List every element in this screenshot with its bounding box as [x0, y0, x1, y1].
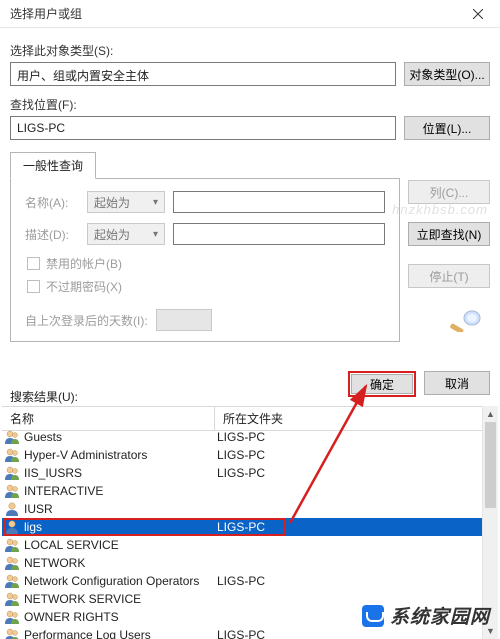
object-type-field[interactable]: 用户、组或内置安全主体 [10, 62, 396, 86]
row-name: ligs [22, 520, 215, 534]
row-name: OWNER RIGHTS [22, 610, 215, 624]
stop-button[interactable]: 停止(T) [408, 264, 490, 288]
cancel-button[interactable]: 取消 [424, 371, 490, 395]
no-expire-pwd-checkbox[interactable]: 不过期密码(X) [27, 278, 385, 295]
desc-input[interactable] [173, 223, 385, 245]
scroll-up-icon: ▲ [486, 406, 495, 422]
row-name: INTERACTIVE [22, 484, 215, 498]
table-row[interactable]: NETWORK SERVICE [2, 590, 482, 608]
find-now-button[interactable]: 立即查找(N) [408, 222, 490, 246]
name-mode-value: 起始为 [94, 194, 130, 211]
table-row[interactable]: ligsLIGS-PC [2, 518, 482, 536]
row-name: IUSR [22, 502, 215, 516]
desc-mode-combo[interactable]: 起始为 ▾ [87, 223, 165, 245]
locations-button[interactable]: 位置(L)... [404, 116, 490, 140]
scroll-thumb[interactable] [485, 422, 496, 508]
group-icon [2, 429, 22, 445]
name-field-label: 名称(A): [25, 194, 79, 211]
no-expire-pwd-label: 不过期密码(X) [46, 278, 122, 295]
annotation-highlight: 确定 [348, 371, 416, 397]
group-icon [2, 555, 22, 571]
table-row[interactable]: INTERACTIVE [2, 482, 482, 500]
location-label: 查找位置(F): [10, 96, 490, 113]
checkbox-icon [27, 257, 40, 270]
chevron-down-icon: ▾ [153, 197, 158, 208]
group-icon [2, 447, 22, 463]
disabled-accounts-checkbox[interactable]: 禁用的帐户(B) [27, 255, 385, 272]
group-icon [2, 465, 22, 481]
row-folder: LIGS-PC [215, 628, 482, 639]
name-mode-combo[interactable]: 起始为 ▾ [87, 191, 165, 213]
tab-general-query[interactable]: 一般性查询 [10, 152, 96, 179]
dialog-buttons: 确定 取消 [348, 371, 490, 397]
user-icon [2, 501, 22, 517]
group-icon [2, 627, 22, 639]
last-logon-days-input[interactable] [156, 309, 212, 331]
desc-mode-value: 起始为 [94, 226, 130, 243]
row-name: Guests [22, 430, 215, 444]
table-row[interactable]: OWNER RIGHTS [2, 608, 482, 626]
desc-field-label: 描述(D): [25, 226, 79, 243]
title-bar: 选择用户或组 [0, 0, 500, 28]
scroll-down-icon: ▼ [486, 623, 495, 639]
location-field[interactable]: LIGS-PC [10, 116, 396, 140]
row-name: IIS_IUSRS [22, 466, 215, 480]
disabled-accounts-label: 禁用的帐户(B) [46, 255, 122, 272]
window-title: 选择用户或组 [10, 5, 456, 22]
row-folder: LIGS-PC [215, 520, 482, 534]
grid-rows: GuestsLIGS-PCHyper-V AdministratorsLIGS-… [2, 428, 482, 639]
table-row[interactable]: IIS_IUSRSLIGS-PC [2, 464, 482, 482]
query-panel: 名称(A): 起始为 ▾ 描述(D): 起始为 ▾ 禁用的帐户(B) 不过期密码(X… [10, 178, 400, 342]
scroll-track [483, 422, 498, 623]
row-name: NETWORK [22, 556, 215, 570]
user-icon [2, 519, 22, 535]
table-row[interactable]: LOCAL SERVICE [2, 536, 482, 554]
row-name: Network Configuration Operators [22, 574, 215, 588]
group-icon [2, 483, 22, 499]
name-input[interactable] [173, 191, 385, 213]
magnifier-icon [450, 308, 484, 332]
tab-strip: 一般性查询 [10, 152, 490, 178]
row-name: LOCAL SERVICE [22, 538, 215, 552]
close-button[interactable] [456, 0, 500, 28]
row-name: Hyper-V Administrators [22, 448, 215, 462]
row-folder: LIGS-PC [215, 574, 482, 588]
group-icon [2, 609, 22, 625]
table-row[interactable]: GuestsLIGS-PC [2, 428, 482, 446]
column-header-name[interactable]: 名称 [2, 407, 215, 430]
ok-button[interactable]: 确定 [351, 374, 413, 394]
row-name: Performance Log Users [22, 628, 215, 639]
row-folder: LIGS-PC [215, 448, 482, 462]
row-name: NETWORK SERVICE [22, 592, 215, 606]
close-icon [473, 9, 483, 19]
table-row[interactable]: Network Configuration OperatorsLIGS-PC [2, 572, 482, 590]
row-folder: LIGS-PC [215, 466, 482, 480]
table-row[interactable]: IUSR [2, 500, 482, 518]
columns-button[interactable]: 列(C)... [408, 180, 490, 204]
results-label: 搜索结果(U): [10, 388, 78, 405]
group-icon [2, 573, 22, 589]
vertical-scrollbar[interactable]: ▲ ▼ [482, 406, 498, 639]
object-types-button[interactable]: 对象类型(O)... [404, 62, 490, 86]
group-icon [2, 537, 22, 553]
table-row[interactable]: Hyper-V AdministratorsLIGS-PC [2, 446, 482, 464]
group-icon [2, 591, 22, 607]
results-grid: 名称 所在文件夹 ▲ ▼ GuestsLIGS-PCHyper-V Admini… [2, 406, 498, 639]
last-logon-label: 自上次登录后的天数(I): [25, 312, 148, 329]
checkbox-icon [27, 280, 40, 293]
table-row[interactable]: Performance Log UsersLIGS-PC [2, 626, 482, 639]
table-row[interactable]: NETWORK [2, 554, 482, 572]
column-header-folder[interactable]: 所在文件夹 [215, 407, 498, 430]
row-folder: LIGS-PC [215, 430, 482, 444]
object-type-label: 选择此对象类型(S): [10, 42, 490, 59]
chevron-down-icon: ▾ [153, 229, 158, 240]
